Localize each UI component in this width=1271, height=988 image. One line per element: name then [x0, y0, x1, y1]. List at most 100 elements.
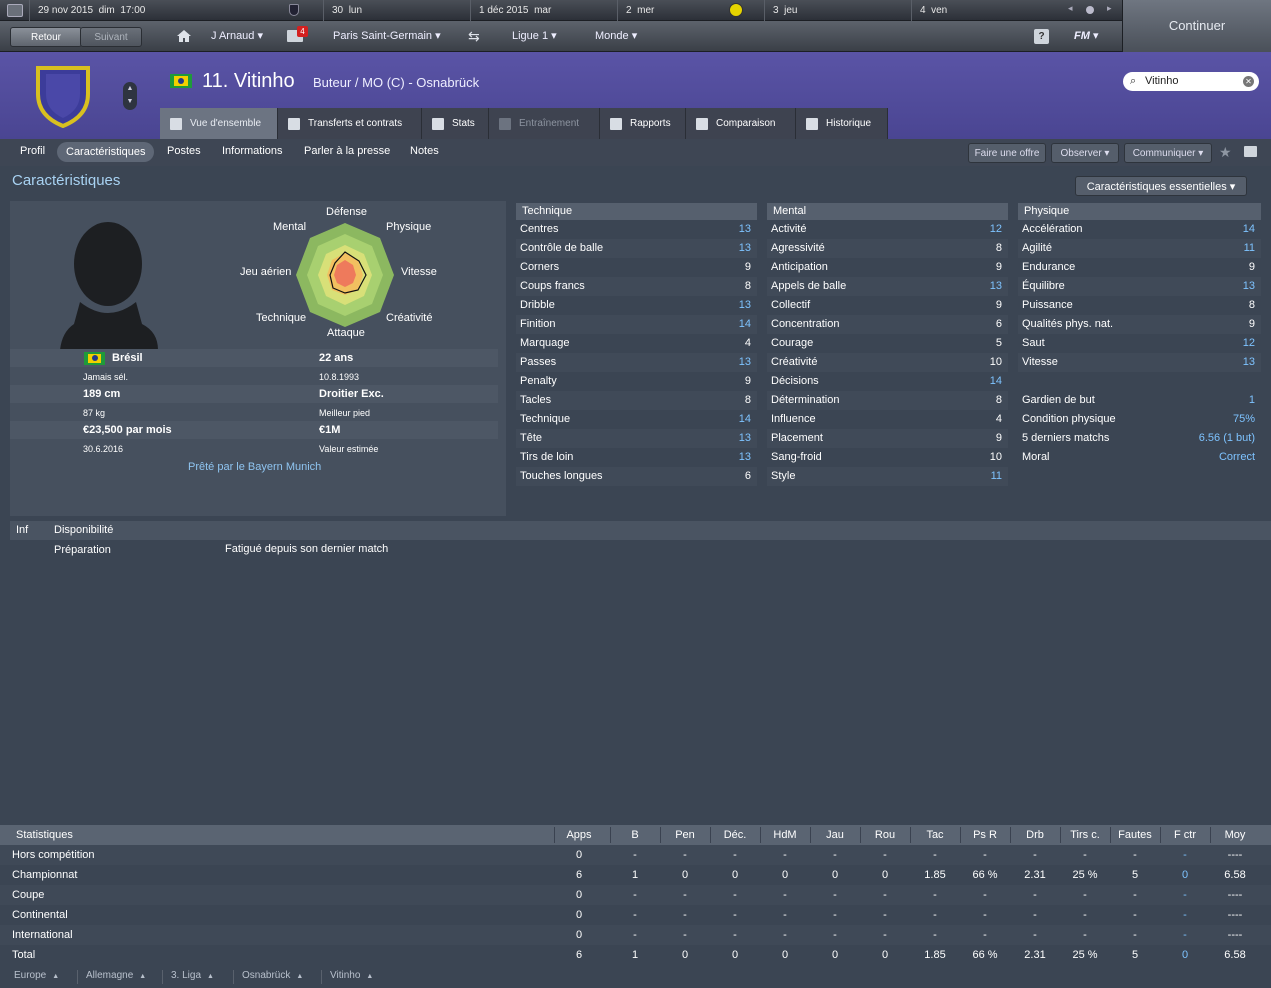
forward-button[interactable]: Suivant — [80, 27, 142, 47]
stats-row[interactable]: International 0- - - - - - - - - - - - ---- — [0, 925, 1271, 945]
player-stepper[interactable]: ▲ ▼ — [123, 82, 137, 110]
club-menu[interactable]: Paris Saint-Germain ▾ — [333, 21, 441, 52]
attribute-row[interactable]: Tacles 8 — [516, 391, 757, 410]
view-select[interactable]: Caractéristiques essentielles ▾ — [1075, 176, 1247, 196]
attribute-row[interactable]: Tirs de loin 13 — [516, 448, 757, 467]
tab-overview[interactable]: Vue d'ensemble — [160, 108, 278, 139]
tab-comparison[interactable]: Comparaison — [686, 108, 796, 139]
calendar-day[interactable]: 1 déc 2015 mar — [470, 0, 617, 21]
calendar-today-icon[interactable] — [1086, 6, 1094, 14]
attribute-row[interactable]: Puissance 8 — [1018, 296, 1261, 315]
interact-button[interactable]: Communiquer ▾ — [1124, 143, 1212, 163]
scout-button[interactable]: Observer ▾ — [1051, 143, 1119, 163]
subtab-attributes[interactable]: Caractéristiques — [57, 142, 155, 162]
stats-header[interactable]: Apps — [554, 825, 604, 845]
attribute-row[interactable]: Agressivité 8 — [767, 239, 1008, 258]
back-button[interactable]: Retour — [10, 27, 82, 47]
attribute-row[interactable]: Technique 14 — [516, 410, 757, 429]
attribute-row[interactable]: Finition 14 — [516, 315, 757, 334]
attribute-row[interactable]: Qualités phys. nat. 9 — [1018, 315, 1261, 334]
attribute-row[interactable]: Accélération 14 — [1018, 220, 1261, 239]
attribute-row[interactable]: Créativité 10 — [767, 353, 1008, 372]
attribute-row[interactable]: Concentration 6 — [767, 315, 1008, 334]
attribute-row[interactable]: Équilibre 13 — [1018, 277, 1261, 296]
subtab-notes[interactable]: Notes — [410, 139, 439, 166]
calendar-day[interactable]: 30 lun — [323, 0, 470, 21]
make-offer-button[interactable]: Faire une offre — [968, 143, 1046, 163]
subtab-information[interactable]: Informations — [222, 139, 283, 166]
tab-history[interactable]: Historique — [796, 108, 888, 139]
stats-header[interactable]: Jau — [810, 825, 860, 845]
attribute-row[interactable]: Style 11 — [767, 467, 1008, 486]
calendar-prev-icon[interactable]: ◂ — [1068, 3, 1073, 14]
stats-row[interactable]: Hors compétition 0- - - - - - - - - - - - ---- — [0, 845, 1271, 865]
breadcrumb-item[interactable]: Osnabrück ▲ — [242, 970, 303, 981]
stats-row[interactable]: Continental 0- - - - - - - - - - - - ---- — [0, 905, 1271, 925]
attribute-row[interactable]: Influence 4 — [767, 410, 1008, 429]
attribute-row[interactable]: Penalty 9 — [516, 372, 757, 391]
stats-header[interactable]: B — [610, 825, 660, 845]
league-menu[interactable]: Ligue 1 ▾ — [512, 21, 557, 52]
notes-icon[interactable] — [1244, 146, 1257, 157]
breadcrumb-item[interactable]: 3. Liga ▲ — [171, 970, 214, 981]
attribute-row[interactable]: Endurance 9 — [1018, 258, 1261, 277]
breadcrumb-item[interactable]: Europe ▲ — [14, 970, 59, 981]
stats-header[interactable]: Tirs c. — [1060, 825, 1110, 845]
stats-header[interactable]: F ctr — [1160, 825, 1210, 845]
calendar-icon[interactable] — [7, 4, 23, 17]
stats-header[interactable]: Déc. — [710, 825, 760, 845]
attribute-row[interactable]: Centres 13 — [516, 220, 757, 239]
help-icon[interactable]: ? — [1034, 29, 1049, 44]
club-icon[interactable] — [289, 4, 299, 16]
tab-reports[interactable]: Rapports — [600, 108, 686, 139]
attribute-row[interactable]: Anticipation 9 — [767, 258, 1008, 277]
loan-link[interactable]: Prêté par le Bayern Munich — [188, 461, 321, 473]
attribute-row[interactable]: Contrôle de balle 13 — [516, 239, 757, 258]
star-icon[interactable]: ★ — [1219, 144, 1232, 161]
stats-header[interactable]: Pen — [660, 825, 710, 845]
stats-row[interactable]: Coupe 0- - - - - - - - - - - - ---- — [0, 885, 1271, 905]
stats-header[interactable]: HdM — [760, 825, 810, 845]
attribute-row[interactable]: Sang-froid 10 — [767, 448, 1008, 467]
search-input[interactable]: ⌕ Vitinho ✕ — [1123, 72, 1259, 91]
attribute-row[interactable]: Tête 13 — [516, 429, 757, 448]
continue-button[interactable]: Continuer — [1122, 0, 1271, 52]
subtab-press[interactable]: Parler à la presse — [304, 139, 390, 166]
calendar-day[interactable]: 3 jeu — [764, 0, 911, 21]
calendar-next-icon[interactable]: ▸ — [1107, 3, 1112, 14]
attribute-row[interactable]: Touches longues 6 — [516, 467, 757, 486]
stats-header[interactable]: Moy — [1210, 825, 1260, 845]
clear-search-icon[interactable]: ✕ — [1243, 76, 1254, 87]
match-icon[interactable] — [729, 3, 743, 17]
breadcrumb-item[interactable]: Allemagne ▲ — [86, 970, 146, 981]
subtab-positions[interactable]: Postes — [167, 139, 201, 166]
nationality[interactable]: Brésil — [112, 352, 143, 364]
tab-stats[interactable]: Stats — [422, 108, 489, 139]
fm-menu[interactable]: FM ▾ — [1074, 21, 1098, 52]
attribute-row[interactable]: Saut 12 — [1018, 334, 1261, 353]
attribute-row[interactable]: Décisions 14 — [767, 372, 1008, 391]
stats-header[interactable]: Rou — [860, 825, 910, 845]
stats-header[interactable]: Fautes — [1110, 825, 1160, 845]
tab-transfers[interactable]: Transferts et contrats — [278, 108, 422, 139]
swap-icon[interactable]: ⇆ — [468, 28, 480, 45]
attribute-row[interactable]: Marquage 4 — [516, 334, 757, 353]
attribute-row[interactable]: Activité 12 — [767, 220, 1008, 239]
subtab-profile[interactable]: Profil — [20, 139, 45, 166]
stats-header[interactable]: Ps R — [960, 825, 1010, 845]
manager-menu[interactable]: J Arnaud ▾ — [211, 21, 263, 52]
attribute-row[interactable]: Appels de balle 13 — [767, 277, 1008, 296]
home-icon[interactable] — [176, 29, 192, 43]
attribute-row[interactable]: Agilité 11 — [1018, 239, 1261, 258]
attribute-row[interactable]: Collectif 9 — [767, 296, 1008, 315]
stats-row[interactable]: Championnat 6 1 0 0 0 0 0 1.85 66 % 2.31 25 % 5 0 6.58 — [0, 865, 1271, 885]
attribute-row[interactable]: Corners 9 — [516, 258, 757, 277]
calendar-day[interactable]: 4 ven — [911, 0, 1061, 21]
stats-header[interactable]: Statistiques — [16, 825, 73, 845]
stats-header[interactable]: Drb — [1010, 825, 1060, 845]
stats-header[interactable]: Tac — [910, 825, 960, 845]
world-menu[interactable]: Monde ▾ — [595, 21, 637, 52]
breadcrumb-item[interactable]: Vitinho ▲ — [330, 970, 373, 981]
attribute-row[interactable]: Courage 5 — [767, 334, 1008, 353]
attribute-row[interactable]: Vitesse 13 — [1018, 353, 1261, 372]
